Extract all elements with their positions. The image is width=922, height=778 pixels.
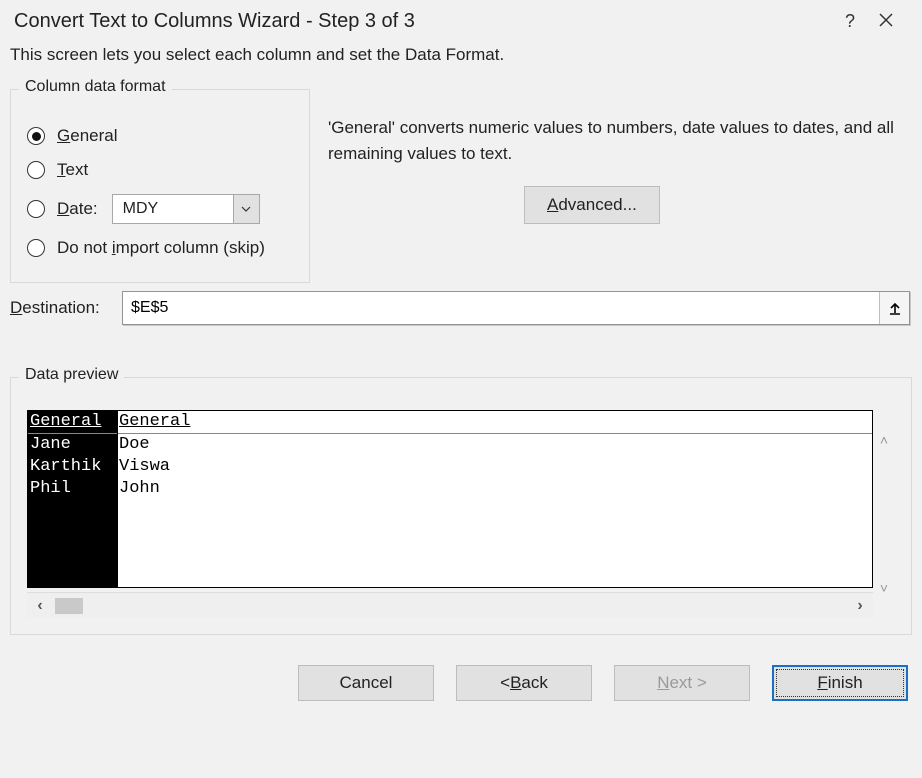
destination-label: Destination: — [10, 298, 122, 318]
radio-general[interactable]: General — [27, 126, 297, 146]
destination-input[interactable] — [123, 292, 879, 324]
preview-column-1[interactable]: General Jane Karthik Phil — [28, 411, 117, 587]
scroll-right-icon[interactable]: › — [847, 597, 873, 615]
preview-cell: Jane — [28, 434, 117, 456]
date-format-value: MDY — [113, 195, 233, 223]
preview-cell: Doe — [117, 434, 872, 456]
advanced-button[interactable]: Advanced... — [524, 186, 660, 224]
dialog-subtitle: This screen lets you select each column … — [0, 39, 922, 81]
radio-label: Do not import column (skip) — [57, 238, 265, 258]
finish-button[interactable]: Finish — [772, 665, 908, 701]
radio-skip[interactable]: Do not import column (skip) — [27, 238, 297, 258]
radio-text[interactable]: Text — [27, 160, 297, 180]
radio-label: General — [57, 126, 118, 146]
radio-icon — [27, 200, 45, 218]
preview-cell: Karthik — [28, 456, 117, 478]
preview-legend: Data preview — [19, 366, 124, 384]
radio-label: Text — [57, 160, 88, 180]
preview-cell: Phil — [28, 478, 117, 500]
chevron-down-icon[interactable] — [233, 195, 259, 223]
back-button[interactable]: < Back — [456, 665, 592, 701]
next-button: Next > — [614, 665, 750, 701]
preview-cell: John — [117, 478, 872, 500]
vertical-scrollbar[interactable]: ˄ ˅ — [873, 410, 895, 618]
horizontal-scrollbar[interactable]: ‹ › — [27, 592, 873, 618]
radio-icon — [27, 239, 45, 257]
preview-col-header: General — [117, 411, 872, 434]
scroll-down-icon[interactable]: ˅ — [880, 580, 888, 596]
radio-icon — [27, 161, 45, 179]
preview-cell: Viswa — [117, 456, 872, 478]
format-legend: Column data format — [19, 78, 172, 96]
radio-label: Date: — [57, 199, 98, 219]
preview-column-2[interactable]: General Doe Viswa John — [117, 411, 872, 587]
dialog-title: Convert Text to Columns Wizard - Step 3 … — [14, 10, 832, 33]
help-icon[interactable]: ? — [832, 11, 868, 32]
format-description: 'General' converts numeric values to num… — [328, 115, 904, 168]
radio-icon — [27, 127, 45, 145]
scrollbar-thumb[interactable] — [55, 598, 83, 614]
radio-date[interactable]: Date: MDY — [27, 194, 297, 224]
close-icon[interactable] — [868, 11, 904, 32]
scroll-up-icon[interactable]: ˄ — [880, 432, 888, 448]
cancel-button[interactable]: Cancel — [298, 665, 434, 701]
range-picker-icon[interactable] — [879, 292, 909, 324]
date-format-select[interactable]: MDY — [112, 194, 260, 224]
scroll-left-icon[interactable]: ‹ — [27, 597, 53, 615]
data-preview[interactable]: General Jane Karthik Phil General Doe Vi… — [27, 410, 873, 588]
preview-col-header: General — [28, 411, 117, 434]
